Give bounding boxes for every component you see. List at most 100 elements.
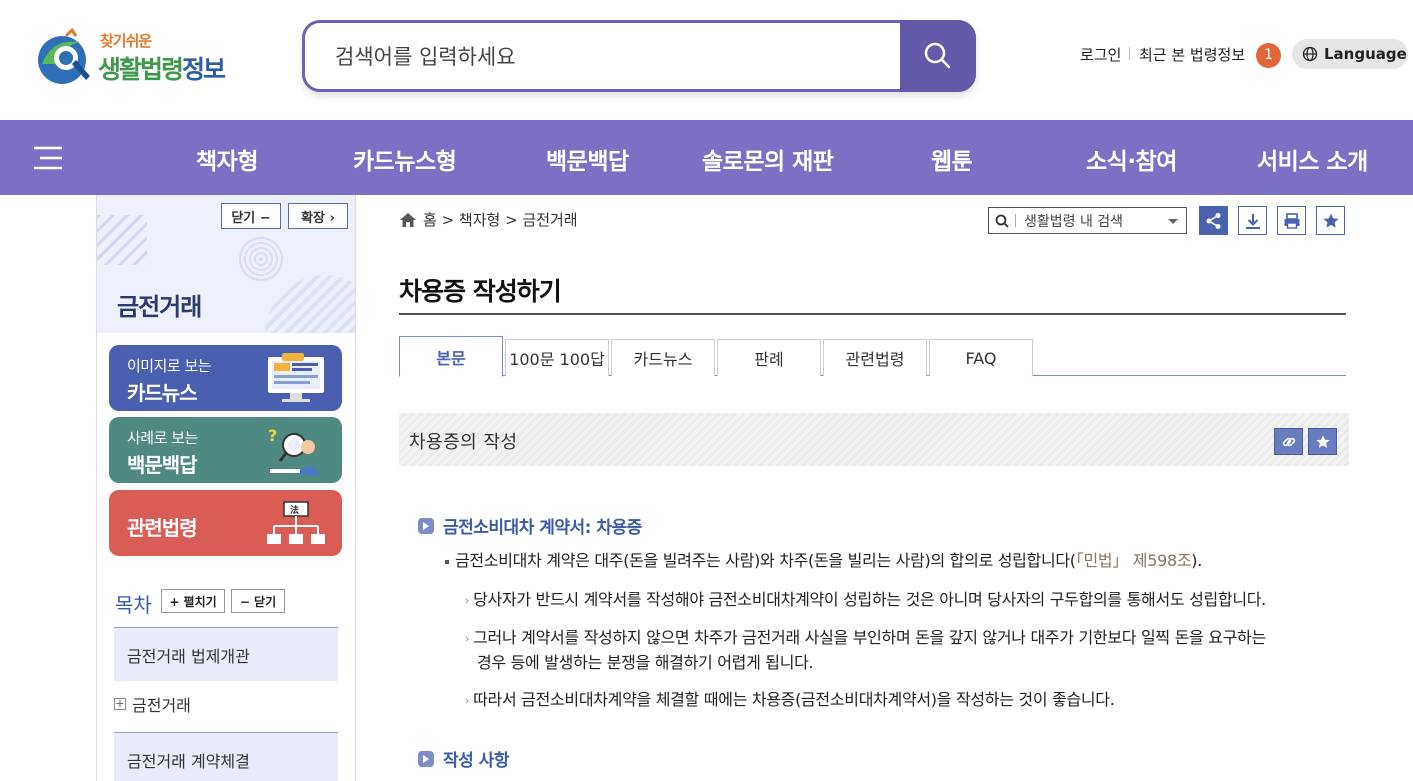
tab-main-text[interactable]: 본문: [399, 336, 503, 377]
logo-tagline: 찾기쉬운: [100, 32, 152, 50]
logo-title-b: 정보: [182, 55, 226, 84]
copy-link-button[interactable]: [1274, 428, 1303, 455]
tab-related-laws[interactable]: 관련법령: [823, 339, 927, 376]
quick-big-label: 카드뉴스: [127, 381, 198, 405]
toc-item-label: 금전거래 법제개관: [127, 646, 250, 666]
nav-item-qna[interactable]: 백문백답: [546, 142, 629, 176]
recent-count-badge: 1: [1256, 43, 1281, 68]
nav-item-about[interactable]: 서비스 소개: [1257, 142, 1368, 176]
toc-collapse-button[interactable]: − 닫기: [231, 589, 285, 613]
content-tabs: 본문 100문 100답 카드뉴스 판례 관련법령 FAQ: [399, 336, 1346, 377]
section-title: 차용증의 작성: [409, 432, 518, 453]
nav-item-news[interactable]: 소식·참여: [1086, 142, 1177, 176]
share-button[interactable]: [1199, 206, 1228, 235]
site-logo[interactable]: 찾기쉬운 생활법령정보: [32, 26, 232, 88]
subheading-text: 작성 사항: [443, 751, 509, 771]
login-link[interactable]: 로그인: [1080, 44, 1121, 65]
paragraph: › 그러나 계약서를 작성하지 않으면 차주가 금전거래 사실을 부인하며 돈을 …: [465, 625, 1345, 652]
star-icon: [1323, 213, 1338, 228]
paragraph: › 따라서 금전소비대차계약을 체결할 때에는 차용증(금전소비대차계약서)을 작…: [465, 687, 1345, 714]
language-button[interactable]: Language: [1292, 39, 1408, 69]
paragraph-text: ).: [1191, 551, 1202, 570]
tab-precedent[interactable]: 판례: [717, 339, 821, 376]
toc-item[interactable]: 금전거래 법제개관: [114, 627, 338, 681]
magnifier-person-icon: ?: [268, 426, 320, 475]
tab-cardnews[interactable]: 카드뉴스: [611, 339, 715, 376]
logo-title-a: 생활법령: [98, 55, 184, 84]
quick-link-cardnews[interactable]: 이미지로 보는 카드뉴스: [109, 345, 342, 411]
divider: [1015, 214, 1016, 227]
bullet-icon: [445, 559, 449, 564]
search-box: [302, 20, 976, 92]
util-divider: [1129, 47, 1130, 60]
language-label: Language: [1324, 45, 1407, 63]
sidebar-close-button[interactable]: 닫기 −: [221, 203, 281, 229]
tab-faq[interactable]: FAQ: [929, 339, 1033, 376]
site-header: 찾기쉬운 생활법령정보 로그인 최근 본 법령정보 1 Language: [0, 0, 1413, 120]
subheading: 작성 사항: [418, 746, 509, 771]
svg-text:?: ?: [268, 426, 277, 445]
section-header: 차용증의 작성: [399, 413, 1349, 466]
paragraph-text: 그러나 계약서를 작성하지 않으면 차주가 금전거래 사실을 부인하며 돈을 갚…: [473, 628, 1266, 647]
toc-expand-button[interactable]: + 펼치기: [161, 589, 225, 613]
quick-small-label: 사례로 보는: [127, 429, 198, 447]
paragraph: 경우 등에 발생하는 분쟁을 해결하기 어렵게 됩니다.: [477, 650, 1345, 676]
subheading-text: 금전소비대차 계약서: 차용증: [443, 518, 642, 538]
toc-item-label: 금전거래: [132, 696, 191, 715]
nav-item-booklet[interactable]: 책자형: [196, 142, 258, 176]
search-icon: [924, 42, 951, 69]
download-icon: [1245, 213, 1260, 229]
title-divider: [399, 313, 1346, 315]
arrow-bullet-icon: ›: [465, 693, 470, 707]
nav-item-cardnews[interactable]: 카드뉴스형: [353, 142, 457, 176]
toc-item[interactable]: + 금전거래: [114, 694, 191, 715]
decoration: [97, 215, 147, 265]
hamburger-menu-icon[interactable]: [32, 144, 64, 172]
sidebar-header: 닫기 − 확장 › 금전거래: [97, 195, 355, 333]
nav-item-solomon[interactable]: 솔로몬의 재판: [702, 142, 834, 176]
breadcrumb-text[interactable]: 홈 > 책자형 > 금전거래: [423, 209, 578, 230]
sidebar-title: 금전거래: [117, 293, 202, 321]
search-icon: [995, 214, 1009, 228]
sidebar-expand-button[interactable]: 확장 ›: [288, 203, 348, 229]
arrow-bullet-icon: ›: [465, 593, 470, 607]
paragraph: 금전소비대차 계약은 대주(돈을 빌려주는 사람)와 차주(돈을 빌리는 사람)…: [445, 548, 1345, 574]
svg-text:法: 法: [290, 504, 299, 516]
nav-item-webtoon[interactable]: 웹툰: [931, 142, 973, 176]
star-icon: [1315, 434, 1330, 448]
globe-icon: [1302, 46, 1318, 62]
link-icon: [1282, 437, 1295, 446]
arrow-bullet-icon: ›: [465, 631, 470, 645]
print-button[interactable]: [1277, 206, 1306, 235]
download-button[interactable]: [1238, 206, 1267, 235]
section-bookmark-button[interactable]: [1308, 428, 1337, 455]
plus-icon: +: [114, 697, 126, 710]
recent-laws-link[interactable]: 최근 본 법령정보: [1139, 44, 1245, 65]
paragraph-text: 경우 등에 발생하는 분쟁을 해결하기 어렵게 됩니다.: [477, 653, 814, 672]
page-title: 차용증 작성하기: [399, 277, 562, 306]
quick-big-label: 백문백답: [127, 453, 198, 477]
quick-big-label: 관련법령: [127, 516, 198, 540]
tab-100qa[interactable]: 100문 100답: [505, 339, 609, 376]
search-input[interactable]: [335, 39, 895, 75]
logo-title: 생활법령정보: [98, 50, 226, 86]
home-icon[interactable]: [399, 212, 417, 228]
bookmark-button[interactable]: [1316, 206, 1345, 235]
paragraph: › 당사자가 반드시 계약서를 작성해야 금전소비대차계약이 성립하는 것은 아니…: [465, 587, 1345, 614]
quick-link-related-laws[interactable]: 관련법령 法: [109, 490, 342, 556]
site-search-select[interactable]: 생활법령 내 검색: [988, 207, 1187, 234]
law-reference-link[interactable]: 「민법」 제598조: [1076, 551, 1192, 570]
share-icon: [1206, 212, 1220, 229]
toc-item[interactable]: 금전거래 계약체결: [114, 732, 338, 781]
toc-label: 목차: [115, 593, 152, 617]
decoration: [265, 275, 355, 333]
play-bullet-icon: [418, 517, 434, 534]
search-button[interactable]: [900, 20, 976, 92]
chevron-down-icon: [1168, 219, 1178, 224]
play-bullet-icon: [418, 750, 434, 767]
logo-mark-icon: [38, 28, 90, 84]
quick-link-qna[interactable]: 사례로 보는 백문백답 ?: [109, 417, 342, 483]
paragraph-text: 따라서 금전소비대차계약을 체결할 때에는 차용증(금전소비대차계약서)을 작성…: [473, 690, 1115, 709]
print-icon: [1284, 212, 1299, 229]
monitor-news-icon: [268, 353, 324, 402]
